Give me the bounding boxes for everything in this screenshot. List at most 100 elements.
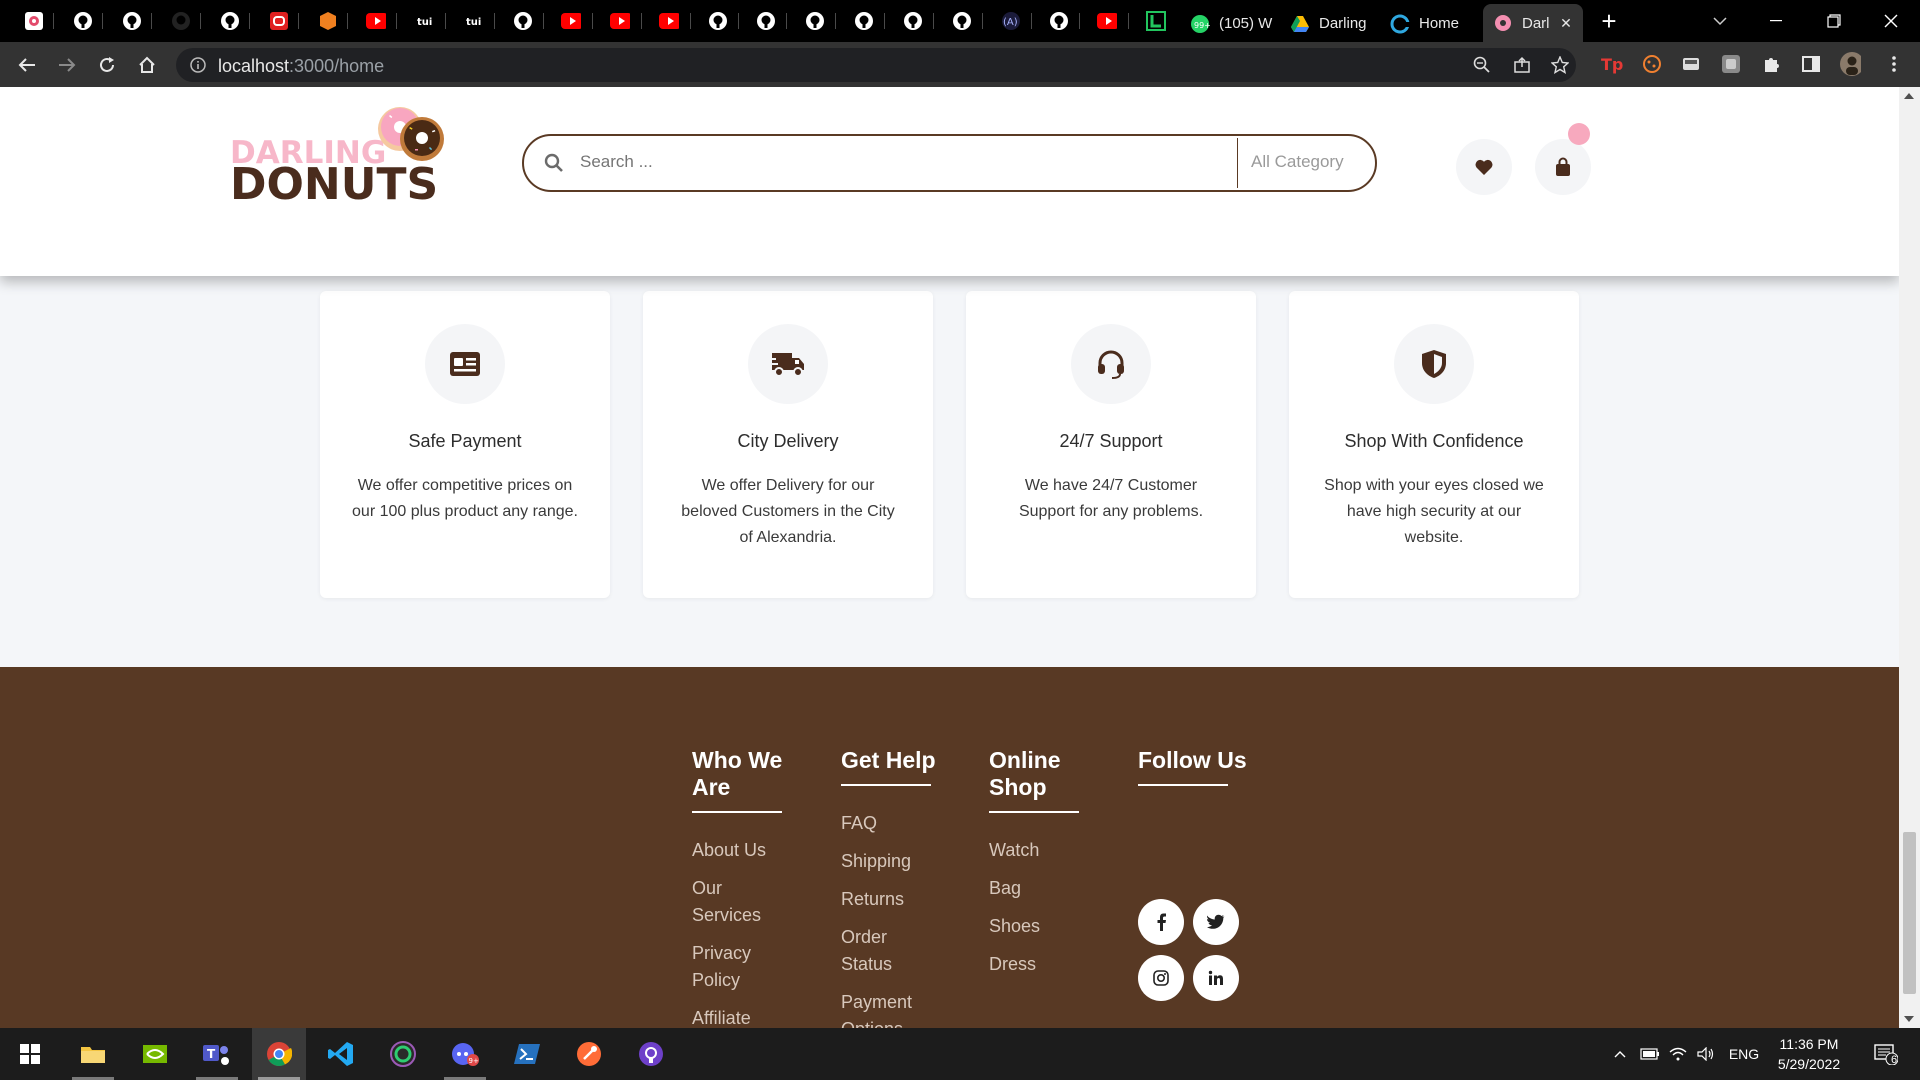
- tab-search-chevron-icon[interactable]: [1692, 0, 1748, 42]
- scroll-up-arrow-icon[interactable]: [1904, 93, 1914, 99]
- windows-start-icon[interactable]: [3, 1028, 57, 1080]
- youtube-icon[interactable]: [561, 11, 581, 31]
- youtube-icon[interactable]: [1097, 11, 1117, 31]
- tui-icon[interactable]: tui: [464, 11, 484, 31]
- url-text[interactable]: localhost:3000/home: [218, 56, 384, 77]
- github-icon[interactable]: [903, 11, 923, 31]
- new-tab-button[interactable]: +: [1596, 8, 1622, 35]
- footer-link-shoes[interactable]: Shoes: [989, 913, 1084, 940]
- footer-link-watch[interactable]: Watch: [989, 837, 1084, 864]
- tab-favicon-app-icon[interactable]: [24, 11, 44, 31]
- github-icon[interactable]: [73, 11, 93, 31]
- github-icon[interactable]: [805, 11, 825, 31]
- close-tab-icon[interactable]: ✕: [1557, 14, 1575, 32]
- github-desktop-icon[interactable]: [624, 1028, 678, 1080]
- battery-icon[interactable]: [1638, 1028, 1662, 1080]
- search-icon[interactable]: [544, 153, 564, 173]
- footer-heading: Who We Are: [692, 747, 783, 800]
- youtube-icon[interactable]: [659, 11, 679, 31]
- edge-icon: [1390, 14, 1410, 34]
- restore-icon[interactable]: [1806, 0, 1862, 42]
- footer-link-order-status[interactable]: Order Status: [841, 924, 936, 978]
- system-clock[interactable]: 11:36 PM 5/29/2022: [1770, 1034, 1848, 1074]
- profile-avatar-icon[interactable]: [1839, 52, 1861, 76]
- side-panel-icon[interactable]: [1800, 53, 1822, 75]
- tab-separator: [786, 13, 787, 29]
- page-scrollbar[interactable]: [1899, 87, 1920, 1028]
- footer-link-returns[interactable]: Returns: [841, 886, 936, 913]
- postman-icon[interactable]: [562, 1028, 616, 1080]
- teams-icon[interactable]: T: [190, 1028, 244, 1080]
- github-icon[interactable]: [171, 11, 191, 31]
- cart-button[interactable]: [1535, 139, 1591, 195]
- site-info-icon[interactable]: [188, 55, 208, 75]
- github-icon[interactable]: [854, 11, 874, 31]
- nvidia-icon[interactable]: [128, 1028, 182, 1080]
- close-window-icon[interactable]: [1863, 0, 1919, 42]
- tui-icon[interactable]: tui: [415, 11, 435, 31]
- wishlist-button[interactable]: [1456, 139, 1512, 195]
- vscode-icon[interactable]: [314, 1028, 368, 1080]
- minimize-icon[interactable]: [1748, 0, 1804, 42]
- footer-link-affiliate-program[interactable]: Affiliate Program: [692, 1005, 787, 1028]
- github-icon[interactable]: [756, 11, 776, 31]
- twitter-icon[interactable]: [1193, 899, 1239, 945]
- github-icon[interactable]: [708, 11, 728, 31]
- category-select[interactable]: All Category: [1251, 152, 1344, 172]
- footer-link-dress[interactable]: Dress: [989, 951, 1084, 978]
- forward-arrow-icon[interactable]: [52, 50, 82, 80]
- facebook-icon[interactable]: [1138, 899, 1184, 945]
- chrome-taskbar-icon[interactable]: [252, 1028, 306, 1080]
- code-brackets-icon[interactable]: (A): [1000, 11, 1020, 31]
- bookmark-star-icon[interactable]: [1550, 55, 1570, 75]
- github-icon[interactable]: [1049, 11, 1069, 31]
- footer-link-about-us[interactable]: About Us: [692, 837, 787, 864]
- extension-gray-icon[interactable]: [1720, 53, 1742, 75]
- linkedin-icon[interactable]: [1193, 955, 1239, 1001]
- cookie-extension-icon[interactable]: [1641, 53, 1663, 75]
- footer-link-faq[interactable]: FAQ: [841, 810, 936, 837]
- green-l-icon[interactable]: [1146, 11, 1166, 31]
- footer-link-bag[interactable]: Bag: [989, 875, 1084, 902]
- wifi-icon[interactable]: [1666, 1028, 1690, 1080]
- youtube-icon[interactable]: [366, 11, 386, 31]
- share-icon[interactable]: [1512, 55, 1532, 75]
- tab-whatsapp[interactable]: 99+ (105) W: [1180, 5, 1280, 42]
- github-icon[interactable]: [220, 11, 240, 31]
- zoom-icon[interactable]: [1472, 55, 1492, 75]
- tab-active-darling-donuts[interactable]: Darl ✕: [1483, 4, 1583, 42]
- home-icon[interactable]: [132, 50, 162, 80]
- orange-cube-icon[interactable]: [318, 11, 338, 31]
- obs-icon[interactable]: [376, 1028, 430, 1080]
- discord-notification-icon[interactable]: 9+: [438, 1028, 492, 1080]
- notification-center-icon[interactable]: 6: [1866, 1028, 1906, 1080]
- scrollbar-thumb[interactable]: [1903, 832, 1916, 994]
- tray-chevron-up-icon[interactable]: [1608, 1028, 1632, 1080]
- footer-link-privacy-policy[interactable]: Privacy Policy: [692, 940, 787, 994]
- language-indicator[interactable]: ENG: [1724, 1028, 1764, 1080]
- back-arrow-icon[interactable]: [12, 50, 42, 80]
- footer-link-our-services[interactable]: Our Services: [692, 875, 787, 929]
- youtube-icon[interactable]: [610, 11, 630, 31]
- reload-icon[interactable]: [92, 50, 122, 80]
- github-icon[interactable]: [513, 11, 533, 31]
- github-icon[interactable]: [122, 11, 142, 31]
- tab-google-drive[interactable]: Darling: [1280, 5, 1380, 42]
- menu-dots-icon[interactable]: [1883, 53, 1905, 75]
- instagram-icon[interactable]: [1138, 955, 1184, 1001]
- address-bar[interactable]: localhost:3000/home: [176, 48, 1576, 82]
- puzzle-extensions-icon[interactable]: [1760, 53, 1782, 75]
- tab-home[interactable]: Home: [1380, 5, 1480, 42]
- github-icon[interactable]: [952, 11, 972, 31]
- file-explorer-icon[interactable]: [66, 1028, 120, 1080]
- site-logo[interactable]: DARLING DONUTS: [230, 101, 445, 207]
- powershell-icon[interactable]: [500, 1028, 554, 1080]
- footer-link-payment-options[interactable]: Payment Options: [841, 989, 936, 1028]
- footer-link-shipping[interactable]: Shipping: [841, 848, 936, 875]
- tp-extension-icon[interactable]: Tp: [1601, 53, 1623, 75]
- extension-box-icon[interactable]: [1680, 53, 1702, 75]
- red-app-icon[interactable]: [269, 11, 289, 31]
- search-input[interactable]: [580, 152, 1180, 172]
- scroll-down-arrow-icon[interactable]: [1904, 1016, 1914, 1022]
- volume-icon[interactable]: [1694, 1028, 1718, 1080]
